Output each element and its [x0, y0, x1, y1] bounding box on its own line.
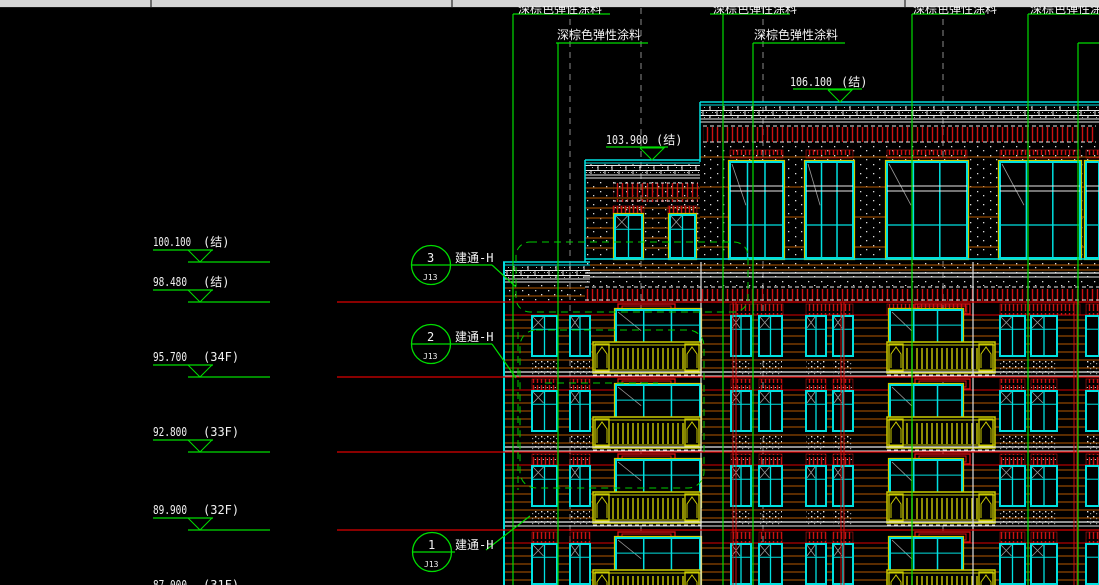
cad-viewport[interactable]: 深棕色弹性涂料 深棕色弹性涂料 深棕色弹性涂料 深棕色弹性涂料 深棕色弹性涂料 … [0, 0, 1099, 585]
callout-number: 1 [428, 538, 435, 552]
elevation-suffix: (32F) [203, 503, 239, 517]
elevation-value: 98.480 [153, 275, 187, 289]
callout-number: 2 [427, 330, 434, 344]
roof-elevation-suffix: (结) [656, 133, 682, 147]
elevation-suffix: (结) [203, 275, 229, 289]
roof-elevation-suffix: (结) [841, 75, 867, 89]
elevation-suffix: (34F) [203, 350, 239, 364]
callout-code: J13 [423, 273, 438, 282]
elevation-value: 95.700 [153, 350, 187, 364]
elevation-drawing-canvas[interactable]: 深棕色弹性涂料 深棕色弹性涂料 深棕色弹性涂料 深棕色弹性涂料 深棕色弹性涂料 … [0, 0, 1099, 585]
callout-label: 建通-H [455, 251, 493, 265]
roof-elevation-value: 103.900 [606, 133, 648, 147]
elevation-value: 100.100 [153, 235, 191, 249]
elevation-suffix: (31F) [203, 578, 239, 585]
elevation-value: 87.000 [153, 578, 187, 585]
roof-elevation-value: 106.100 [790, 75, 832, 89]
drawing-geometry [153, 8, 1099, 585]
callout-code: J13 [423, 352, 438, 361]
callout-code: J13 [424, 560, 439, 569]
coating-label-fragment: 深棕色弹性涂料 [913, 1, 997, 16]
elevation-value: 89.900 [153, 503, 187, 517]
coating-label: 深棕色弹性涂料 [557, 27, 641, 42]
elevation-suffix: (结) [203, 235, 229, 249]
callout-number: 3 [427, 251, 434, 265]
callout-label: 建通-H [455, 330, 493, 344]
elevation-suffix: (33F) [203, 425, 239, 439]
callout-label: 建通-H [455, 538, 493, 552]
elevation-value: 92.800 [153, 425, 187, 439]
coating-label-fragment: 深棕色弹性涂料 [713, 1, 797, 16]
coating-label-fragment: 深棕色弹性涂料 [1030, 1, 1099, 16]
coating-label-fragment: 深棕色弹性涂料 [518, 1, 602, 16]
coating-label: 深棕色弹性涂料 [754, 27, 838, 42]
